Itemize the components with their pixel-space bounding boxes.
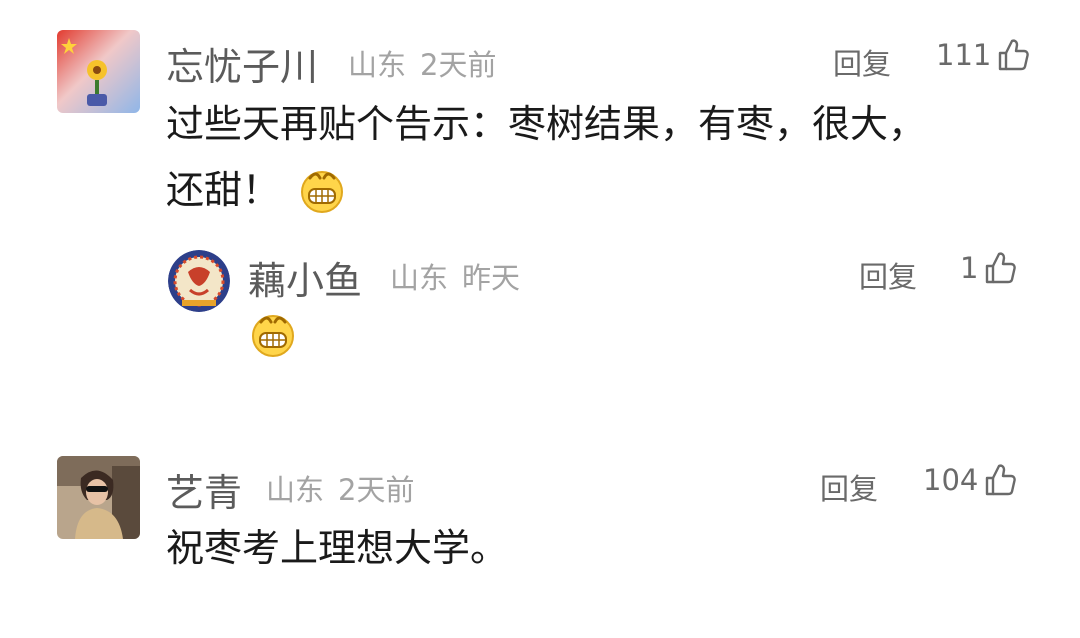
comment-meta: 山东 2天前 [348,42,496,84]
like-count: 1 [960,251,979,285]
grinning-face-emoji-icon [301,171,344,213]
username[interactable]: 艺青 [166,462,242,517]
comment-text: 祝枣考上理想大学。 [166,520,508,576]
timestamp: 昨天 [462,261,521,295]
reply-button[interactable]: 回复 [820,466,878,508]
location-label: 山东 [266,473,325,507]
username[interactable]: 藕小鱼 [248,250,362,305]
comment-text-line: 过些天再贴个告示：枣树结果，有枣，很大， [166,102,927,146]
user-avatar[interactable] [57,30,140,113]
location-label: 山东 [348,48,407,82]
comment-meta: 山东 2天前 [266,467,414,509]
thumbs-up-icon [999,39,1030,71]
reply-button[interactable]: 回复 [833,41,891,83]
timestamp: 2天前 [338,473,415,507]
thumbs-up-icon [986,464,1017,496]
like-count: 104 [923,463,979,497]
username[interactable]: 忘忧子川 [166,36,318,91]
comment-meta: 山东 昨天 [390,255,520,297]
comment-text: 过些天再贴个告示：枣树结果，有枣，很大， 还甜！ [166,96,926,218]
like-button[interactable]: 104 [923,463,1017,497]
location-label: 山东 [390,261,449,295]
grinning-face-emoji-icon [252,315,294,357]
thumbs-up-icon [986,252,1017,284]
like-count: 111 [936,38,992,72]
comment-text-line: 祝枣考上理想大学。 [166,526,509,570]
reply-button[interactable]: 回复 [859,254,917,296]
user-avatar[interactable] [168,250,230,312]
user-avatar[interactable] [57,456,140,539]
comment-text-line: 还甜！ [166,168,281,212]
like-button[interactable]: 111 [936,38,1030,72]
like-button[interactable]: 1 [960,251,1017,285]
timestamp: 2天前 [420,48,497,82]
